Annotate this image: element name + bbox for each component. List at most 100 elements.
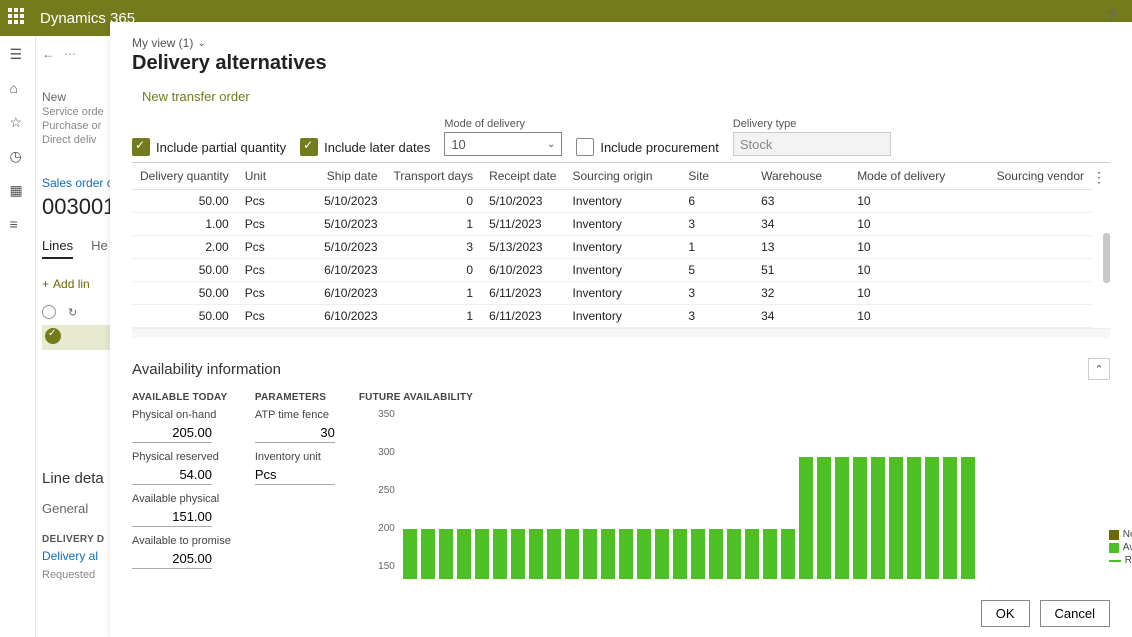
delivery-type-readonly: Stock [733,132,891,156]
add-line-button[interactable]: +Add lin [42,277,120,291]
alternatives-table: Delivery quantity Unit Ship date Transpo… [132,163,1092,328]
available-today-heading: AVAILABLE TODAY [132,392,231,403]
chart-bar [763,529,777,579]
ok-button[interactable]: OK [981,600,1030,627]
chart-bar [457,529,471,579]
chart-bar [475,529,489,579]
table-row[interactable]: 50.00Pcs6/10/202316/11/2023Inventory3341… [132,305,1092,328]
horizontal-scrollbar[interactable] [132,328,1110,338]
checkbox-checked-icon [300,138,318,156]
include-later-checkbox[interactable]: Include later dates [300,138,430,156]
sales-order-breadcrumb[interactable]: Sales order c [42,176,120,190]
footer-buttons: OK Cancel [981,600,1110,627]
physical-reserved-label: Physical reserved [132,451,231,463]
col-mode[interactable]: Mode of delivery [849,163,975,190]
refresh-icon[interactable]: ↻ [68,306,77,319]
edit-icon[interactable]: ⋯ [64,47,76,61]
service-order-link[interactable]: Service orde [42,106,120,118]
legend-swatch-na [1109,530,1119,540]
row-select-1[interactable] [42,305,56,319]
availability-title: Availability information [132,361,281,378]
collapse-icon[interactable]: ⌃ [1088,358,1110,380]
tab-header[interactable]: He [91,238,108,259]
more-columns-icon[interactable]: ⋮ [1092,169,1106,186]
app-launcher-icon[interactable] [8,8,28,28]
delivery-alternatives-link[interactable]: Delivery al [42,549,120,563]
available-to-promise-label: Available to promise [132,535,231,547]
include-procurement-checkbox[interactable]: Include procurement [576,138,719,156]
workspace-icon[interactable]: ▦ [10,182,26,198]
tab-lines[interactable]: Lines [42,238,73,259]
home-icon[interactable]: ⌂ [10,80,26,96]
chart-bar [709,529,723,579]
chevron-down-icon: ⌄ [547,139,555,150]
row-select-2-checked[interactable] [45,328,61,344]
hamburger-icon[interactable]: ☰ [10,46,26,62]
alternatives-table-wrap: ⋮ Delivery quantity Unit Ship date Trans… [132,162,1110,338]
col-warehouse[interactable]: Warehouse [753,163,849,190]
tab-general[interactable]: General [42,501,120,516]
direct-delivery-link[interactable]: Direct deliv [42,134,120,146]
chart-bar [799,457,813,579]
chart-bar [493,529,507,579]
cancel-button[interactable]: Cancel [1040,600,1110,627]
order-number: 003001 [42,194,120,220]
vertical-scrollbar[interactable] [1103,233,1110,283]
legend-line-rq [1109,560,1121,562]
back-icon[interactable]: ← [42,47,54,61]
physical-onhand-value[interactable]: 205.00 [132,423,212,443]
col-qty[interactable]: Delivery quantity [132,163,237,190]
physical-reserved-value[interactable]: 54.00 [132,465,212,485]
filter-row: Include partial quantity Include later d… [132,118,1110,156]
available-today-column: AVAILABLE TODAY Physical on-hand 205.00 … [132,392,231,577]
new-transfer-order-button[interactable]: New transfer order [142,89,250,104]
chart-bar [601,529,615,579]
available-physical-value[interactable]: 151.00 [132,507,212,527]
chart-bar [781,529,795,579]
col-ship[interactable]: Ship date [274,163,385,190]
table-row[interactable]: 50.00Pcs5/10/202305/10/2023Inventory6631… [132,190,1092,213]
available-to-promise-value[interactable]: 205.00 [132,549,212,569]
table-row[interactable]: 50.00Pcs6/10/202316/11/2023Inventory3321… [132,282,1092,305]
chart-bar [673,529,687,579]
include-partial-checkbox[interactable]: Include partial quantity [132,138,286,156]
recent-icon[interactable]: ◷ [10,148,26,164]
chart-bar [745,529,759,579]
col-receipt[interactable]: Receipt date [481,163,564,190]
col-origin[interactable]: Sourcing origin [564,163,680,190]
delivery-type-field: Delivery type Stock [733,118,891,156]
chart-bar [853,457,867,579]
mode-of-delivery-select[interactable]: 10 ⌄ [444,132,562,156]
new-label: New [42,90,120,104]
delivery-section-label: DELIVERY D [42,534,120,545]
chart-bar [637,529,651,579]
chart-bar [565,529,579,579]
requested-label: Requested [42,569,120,581]
delivery-alternatives-panel: My view (1) ⌄ Delivery alternatives New … [110,22,1132,637]
col-vendor[interactable]: Sourcing vendor [975,163,1092,190]
table-row[interactable]: 2.00Pcs5/10/202335/13/2023Inventory11310 [132,236,1092,259]
col-site[interactable]: Site [680,163,753,190]
chart-bar [907,457,921,579]
chart-bar [871,457,885,579]
col-transport[interactable]: Transport days [386,163,482,190]
parameters-column: PARAMETERS ATP time fence 30 Inventory u… [255,392,335,493]
breadcrumb[interactable]: My view (1) ⌄ [132,36,1110,50]
atp-time-fence-value[interactable]: 30 [255,423,335,443]
page-title: Delivery alternatives [132,52,1110,75]
physical-onhand-label: Physical on-hand [132,409,231,421]
purchase-order-link[interactable]: Purchase or [42,120,120,132]
chart-bar [547,529,561,579]
chart-bar [835,457,849,579]
chart-bar [421,529,435,579]
table-row[interactable]: 50.00Pcs6/10/202306/10/2023Inventory5511… [132,259,1092,282]
col-unit[interactable]: Unit [237,163,274,190]
chart-bar [403,529,417,579]
list-icon[interactable]: ≡ [10,216,26,232]
inventory-unit-label: Inventory unit [255,451,335,463]
checkbox-unchecked-icon [576,138,594,156]
inventory-unit-value[interactable]: Pcs [255,465,335,485]
chart-bar [943,457,957,579]
table-row[interactable]: 1.00Pcs5/10/202315/11/2023Inventory33410 [132,213,1092,236]
star-icon[interactable]: ☆ [10,114,26,130]
